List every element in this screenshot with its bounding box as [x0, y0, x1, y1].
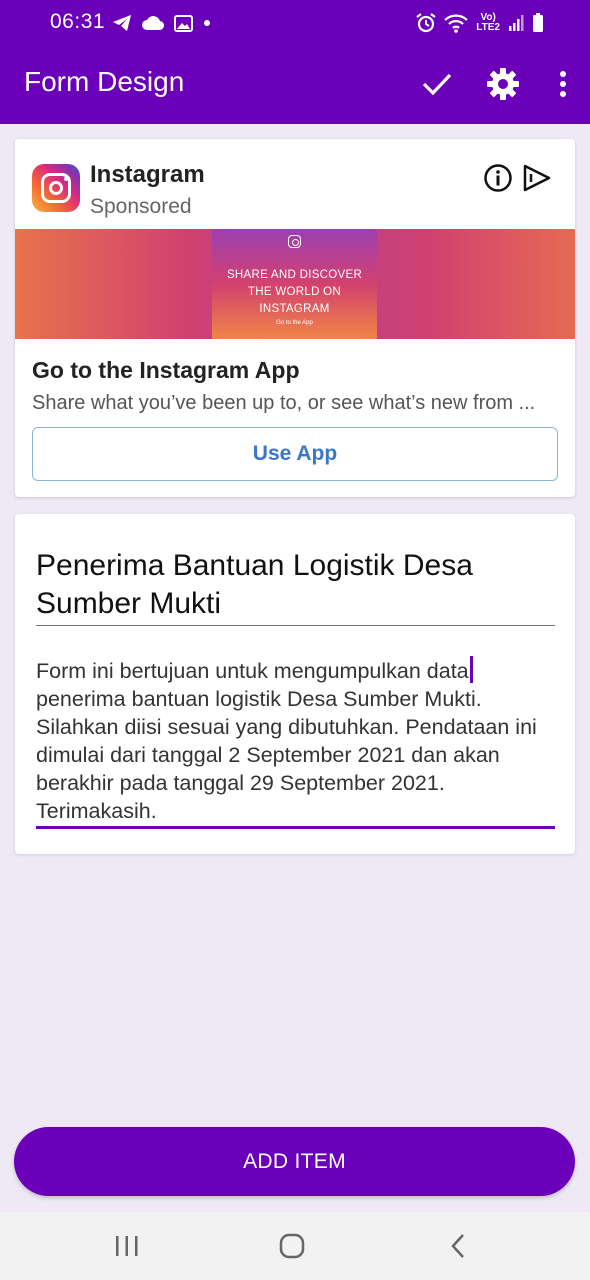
add-item-button[interactable]: ADD ITEM	[14, 1127, 575, 1196]
cloud-icon	[142, 16, 164, 31]
ad-creative: SHARE AND DISCOVER THE WORLD ON INSTAGRA…	[212, 229, 377, 339]
use-app-button[interactable]: Use App	[32, 427, 558, 481]
battery-icon	[533, 13, 543, 32]
alarm-icon	[416, 13, 436, 33]
ad-advertiser-name: Instagram	[90, 161, 205, 188]
ad-creative-caption: Go to the App	[276, 320, 313, 326]
wifi-icon	[444, 14, 469, 33]
sponsored-ad-card[interactable]: Instagram Sponsored SHARE AND DISCOVER T…	[15, 139, 575, 497]
system-icons: Vo) LTE2	[416, 10, 544, 36]
description-rest: penerima bantuan logistik Desa Sumber Mu…	[36, 687, 537, 823]
back-button[interactable]	[428, 1226, 488, 1266]
home-icon	[279, 1233, 305, 1259]
notification-icons	[112, 12, 211, 34]
gear-icon	[487, 68, 519, 100]
ad-sponsored-label: Sponsored	[90, 195, 192, 218]
ad-headline: Go to the Instagram App	[32, 357, 300, 383]
title-underline	[36, 625, 555, 626]
system-nav-bar	[0, 1212, 590, 1280]
text-cursor	[469, 656, 473, 683]
image-icon	[174, 14, 193, 32]
adchoices-icon[interactable]	[522, 163, 554, 193]
network-type: Vo) LTE2	[476, 12, 500, 33]
more-options-button[interactable]	[536, 58, 590, 110]
appbar-actions	[404, 58, 590, 110]
telegram-icon	[113, 15, 131, 31]
ad-creative-text: SHARE AND DISCOVER THE WORLD ON INSTAGRA…	[226, 269, 363, 315]
instagram-mini-icon	[288, 235, 301, 248]
status-bar: 06:31 Vo) LTE2	[0, 0, 590, 46]
signal-icon	[509, 15, 524, 31]
status-time: 06:31	[50, 10, 106, 33]
save-button[interactable]	[404, 58, 470, 110]
dot-icon	[204, 20, 210, 26]
recents-button[interactable]	[97, 1226, 157, 1266]
home-button[interactable]	[262, 1226, 322, 1266]
ad-banner-image[interactable]: SHARE AND DISCOVER THE WORLD ON INSTAGRA…	[15, 229, 575, 339]
info-icon[interactable]	[483, 163, 513, 193]
instagram-logo-icon	[32, 164, 80, 212]
check-icon	[422, 73, 452, 96]
description-underline-focused	[36, 826, 555, 829]
ad-body-text: Share what you’ve been up to, or see wha…	[32, 392, 536, 414]
form-description-input[interactable]: Form ini bertujuan untuk mengumpulkan da…	[36, 656, 561, 825]
app-header: 06:31 Vo) LTE2 Form Design	[0, 0, 590, 124]
more-vert-icon	[560, 71, 566, 97]
back-icon	[451, 1234, 464, 1258]
page-title: Form Design	[24, 66, 185, 97]
form-title-input[interactable]: Penerima Bantuan Logistik Desa Sumber Mu…	[36, 547, 556, 623]
recents-icon	[116, 1236, 138, 1256]
description-line-1: Form ini bertujuan untuk mengumpulkan da…	[36, 659, 469, 683]
form-header-card: Penerima Bantuan Logistik Desa Sumber Mu…	[15, 514, 575, 854]
settings-button[interactable]	[470, 58, 536, 110]
